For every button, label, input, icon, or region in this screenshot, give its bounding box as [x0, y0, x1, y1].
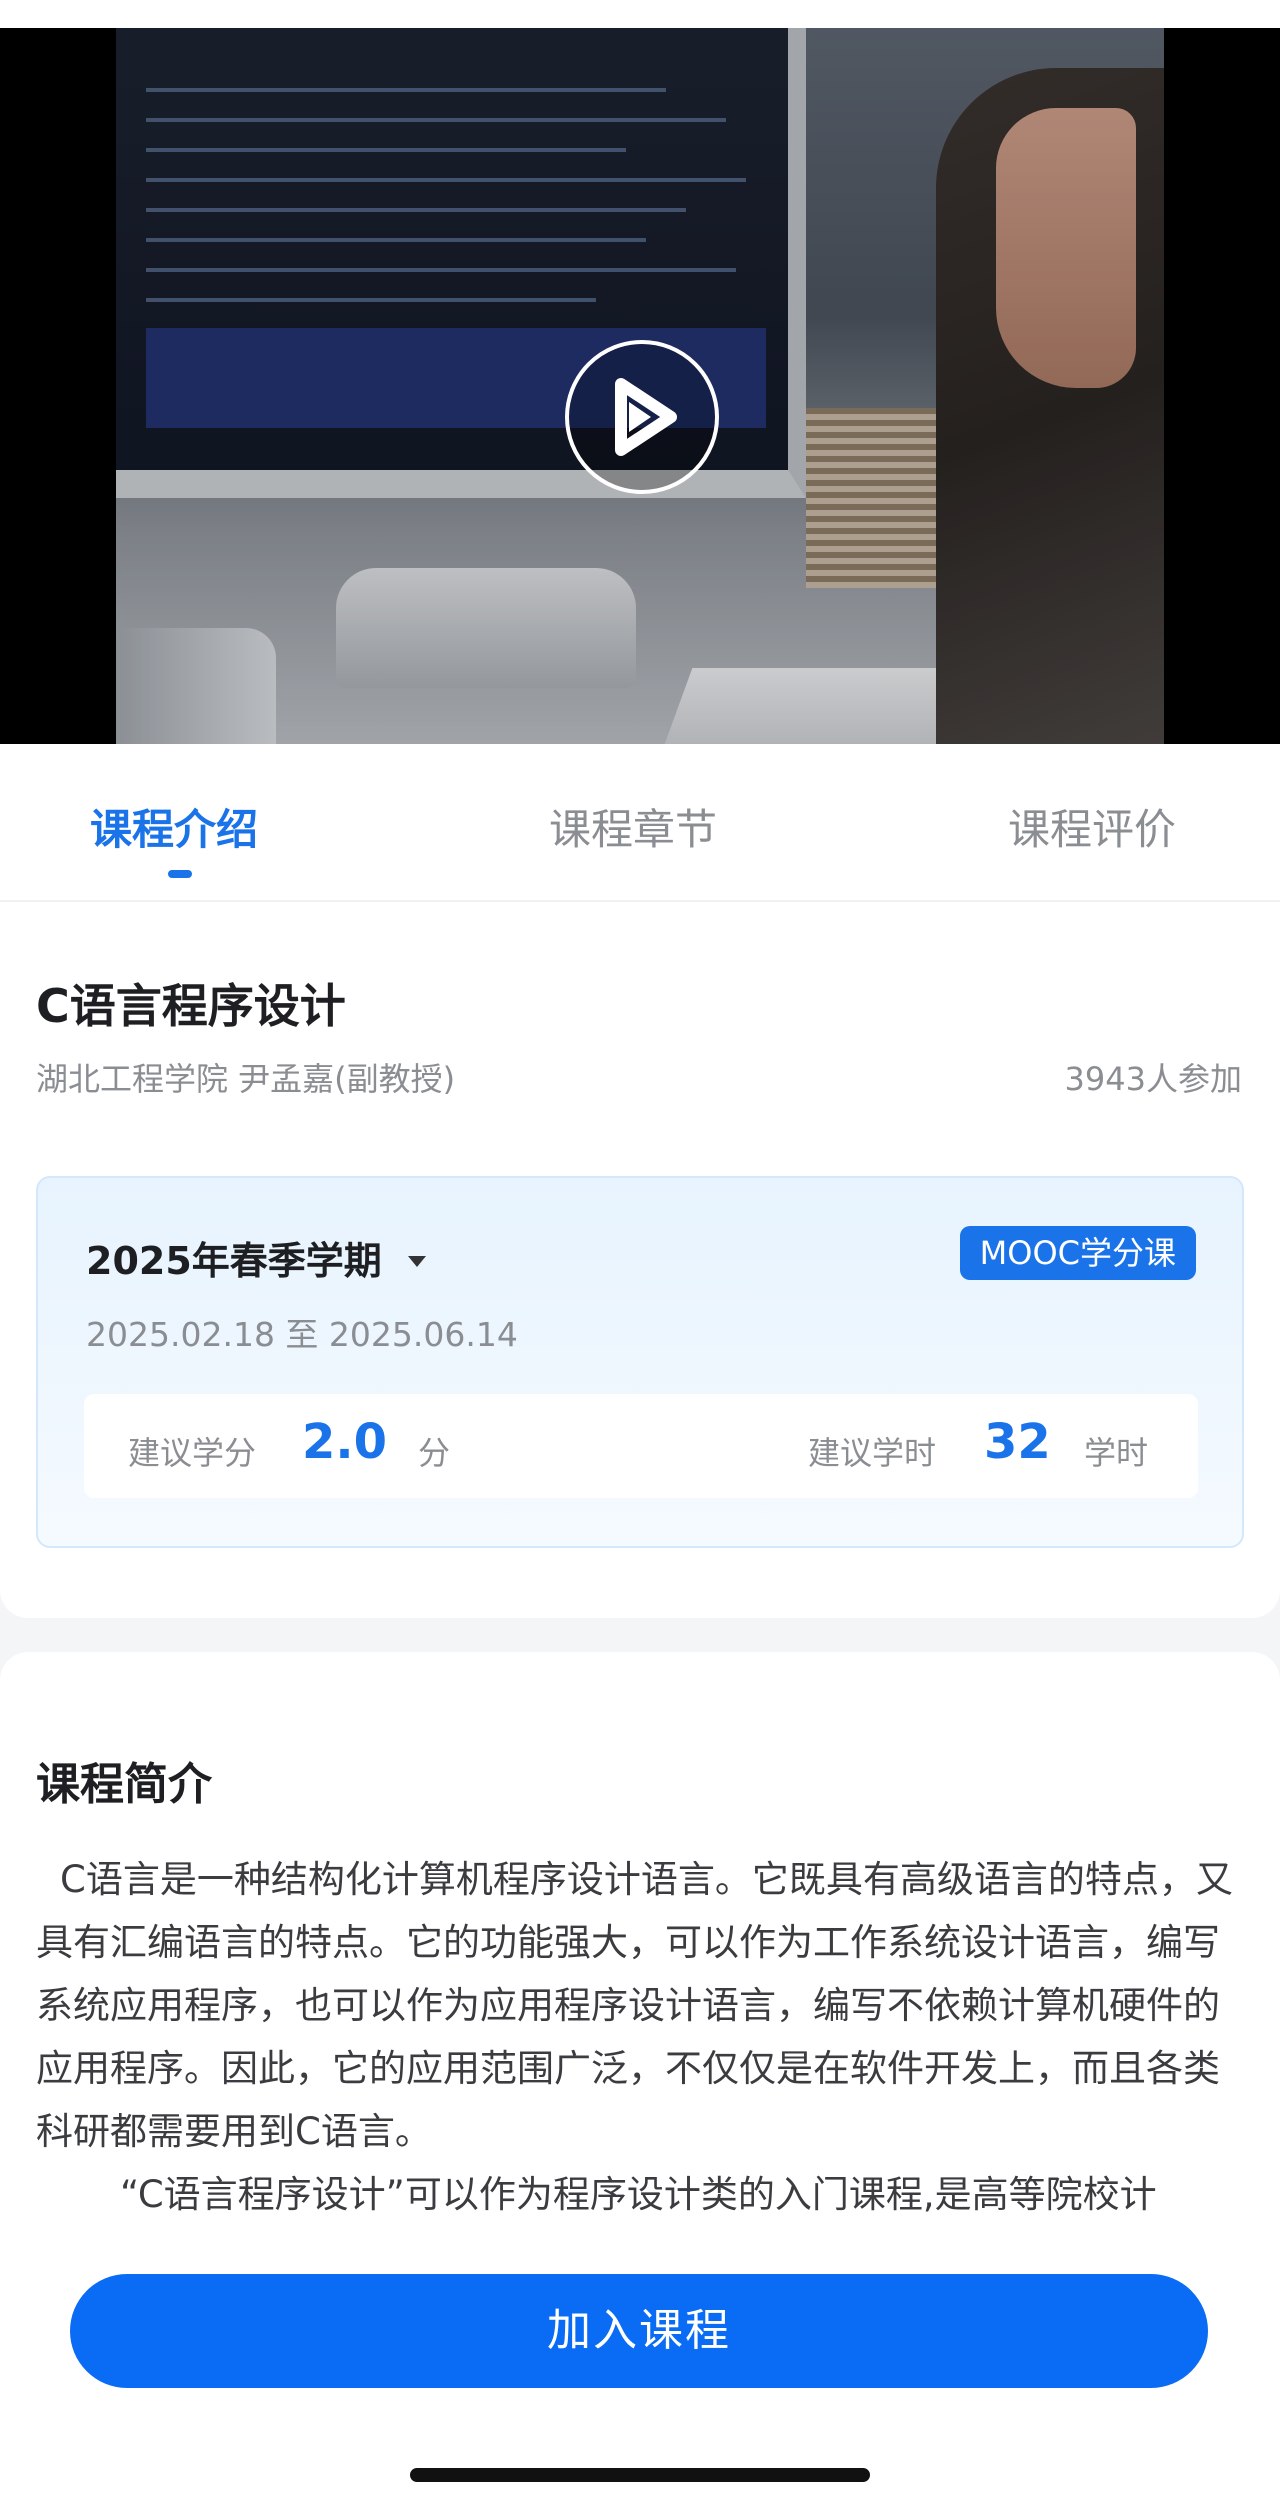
participant-count: 3943人参加: [1064, 1060, 1242, 1098]
hours-label: 建议学时: [808, 1434, 937, 1472]
tab-bar: 课程介绍 课程章节 课程评价: [0, 744, 1280, 902]
tab-course-intro[interactable]: 课程介绍: [90, 796, 258, 857]
term-selector[interactable]: 2025年春季学期: [86, 1230, 426, 1285]
status-bar: [0, 0, 1280, 28]
intro-title: 课程简介: [36, 1759, 212, 1810]
intro-body: C语言是一种结构化计算机程序设计语言。它既具有高级语言的特点，又具有汇编语言的特…: [36, 1848, 1248, 2226]
intro-paragraph: “C语言程序设计”可以作为程序设计类的入门课程,是高等院校计: [120, 2173, 1157, 2216]
credit-unit: 分: [418, 1434, 451, 1472]
tab-course-chapters[interactable]: 课程章节: [549, 796, 717, 857]
home-indicator: [410, 2468, 870, 2482]
credit-value: 2.0: [302, 1414, 388, 1470]
course-teacher: 湖北工程学院 尹孟嘉(副教授): [36, 1060, 456, 1098]
hours-unit: 学时: [1084, 1434, 1149, 1472]
course-video-player[interactable]: [0, 28, 1280, 744]
course-title: C语言程序设计: [36, 979, 346, 1033]
term-dates: 2025.02.18 至 2025.06.14: [86, 1315, 518, 1354]
mooc-credit-badge: MOOC学分课: [959, 1226, 1196, 1280]
term-panel: 2025年春季学期 MOOC学分课 2025.02.18 至 2025.06.1…: [36, 1176, 1244, 1548]
tab-course-reviews[interactable]: 课程评价: [1008, 796, 1176, 857]
credit-hours-panel: 建议学分 2.0 分 建议学时 32 学时: [84, 1394, 1198, 1498]
hours-value: 32: [984, 1414, 1051, 1470]
credit-label: 建议学分: [128, 1434, 257, 1472]
join-course-button[interactable]: 加入课程: [70, 2274, 1208, 2388]
play-icon: [615, 378, 677, 456]
play-button[interactable]: [565, 340, 719, 494]
caret-down-icon: [407, 1256, 426, 1267]
active-tab-indicator: [168, 870, 192, 878]
course-info-card: C语言程序设计 湖北工程学院 尹孟嘉(副教授) 3943人参加 2025年春季学…: [0, 902, 1280, 1618]
term-selected-label: 2025年春季学期: [86, 1239, 382, 1283]
intro-paragraph: C语言是一种结构化计算机程序设计语言。它既具有高级语言的特点，又具有汇编语言的特…: [36, 1858, 1233, 2153]
